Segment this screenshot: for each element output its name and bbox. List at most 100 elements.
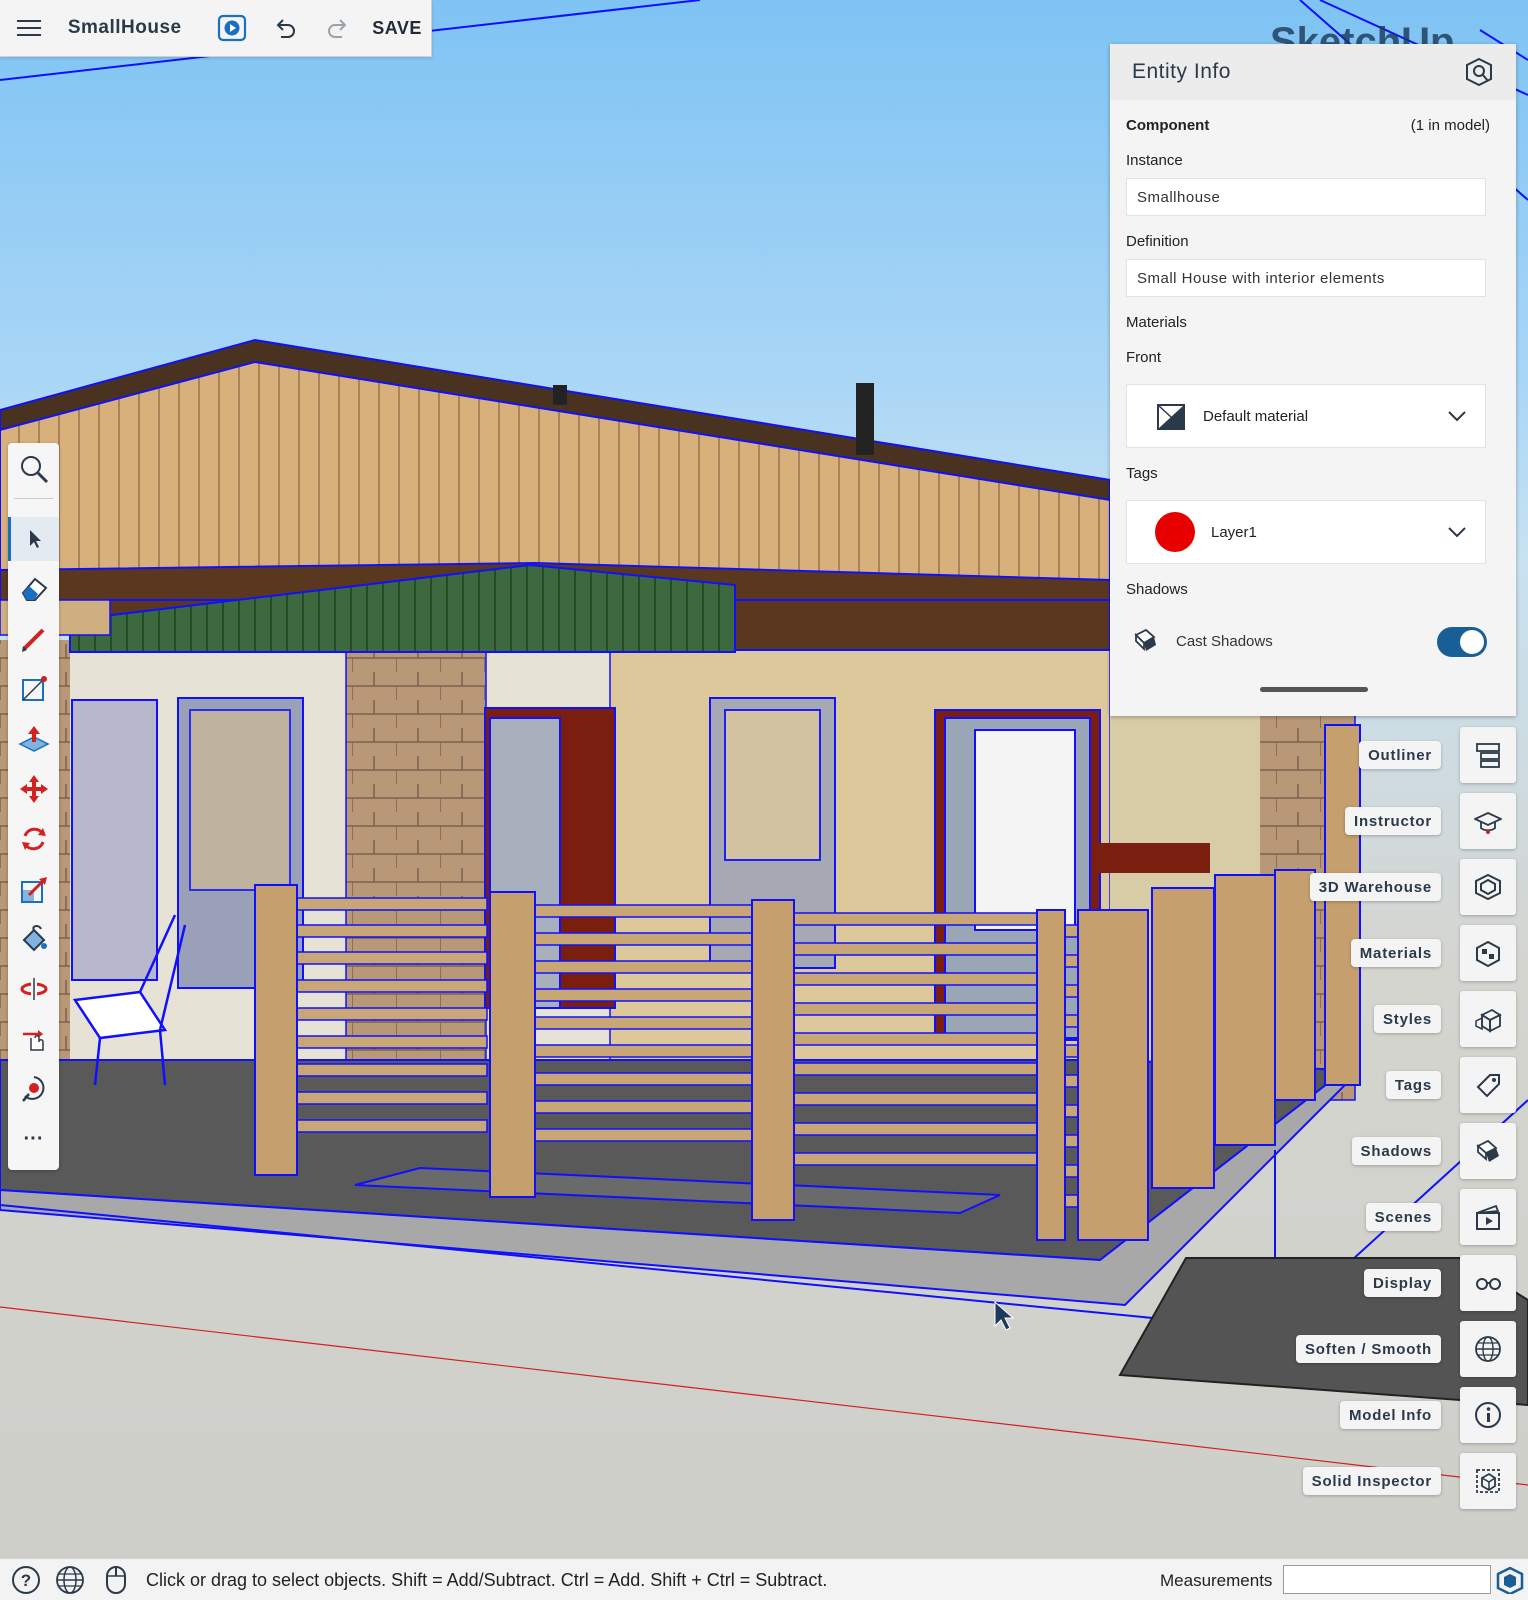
move-tool[interactable] [8, 767, 59, 811]
panel-button-outliner[interactable] [1460, 727, 1516, 783]
panel-label-scenes[interactable]: Scenes [1365, 1203, 1441, 1231]
cast-shadows-toggle[interactable] [1437, 627, 1487, 657]
scale-icon [20, 877, 47, 903]
entity-info-icon[interactable] [1464, 57, 1494, 87]
menu-button[interactable] [0, 0, 58, 57]
panel-label-solid-inspector[interactable]: Solid Inspector [1302, 1467, 1441, 1495]
cast-shadows-label: Cast Shadows [1176, 633, 1273, 650]
panel-label-display[interactable]: Display [1364, 1269, 1441, 1297]
panel-button-solid-inspector[interactable] [1460, 1453, 1516, 1509]
definition-input[interactable]: Small House with interior elements [1126, 259, 1486, 297]
panel-label-soften[interactable]: Soften / Smooth [1296, 1335, 1441, 1363]
undo-button[interactable] [257, 0, 313, 57]
panel-label-instructor[interactable]: Instructor [1344, 807, 1441, 835]
materials-icon [1476, 940, 1500, 967]
sketchup-logo [1494, 1564, 1526, 1596]
entity-info-header: Entity Info [1110, 44, 1516, 100]
search-tool[interactable] [8, 447, 59, 491]
sketchup-logo-icon [1496, 1566, 1524, 1594]
panel-label-styles[interactable]: Styles [1374, 1005, 1441, 1033]
panel-label-outliner[interactable]: Outliner [1359, 741, 1441, 769]
component-label: Component [1126, 117, 1210, 134]
panel-button-display[interactable] [1460, 1255, 1516, 1311]
front-label: Front [1126, 349, 1162, 366]
front-material-select[interactable]: Default material [1126, 384, 1486, 448]
tool-palette: ··· [8, 443, 59, 1170]
measurements-label: Measurements [1160, 1571, 1273, 1590]
search-icon [20, 456, 48, 484]
eraser-icon [21, 577, 47, 601]
globe-icon [56, 1566, 84, 1594]
mouse-button[interactable] [100, 1564, 132, 1596]
help-icon: ? [12, 1566, 40, 1594]
panel-label-tags[interactable]: Tags [1385, 1071, 1441, 1099]
redo-button[interactable] [313, 0, 363, 57]
measurements-input[interactable] [1283, 1565, 1491, 1594]
entity-info-panel: Entity Info Component (1 in model) Insta… [1110, 44, 1516, 716]
panel-button-warehouse[interactable] [1460, 859, 1516, 915]
push-pull-tool[interactable] [8, 717, 59, 761]
panel-label-materials[interactable]: Materials [1350, 939, 1441, 967]
help-button[interactable]: ? [10, 1564, 42, 1596]
warehouse-icon [1475, 873, 1501, 901]
solid-inspector-icon [1476, 1469, 1500, 1493]
panel-button-shadows[interactable] [1460, 1123, 1516, 1179]
rectangle-icon [21, 676, 47, 701]
panel-button-model-info[interactable] [1460, 1387, 1516, 1443]
panel-label-shadows[interactable]: Shadows [1351, 1137, 1441, 1165]
push-pull-icon [17, 726, 50, 752]
instructor-icon [1474, 812, 1502, 834]
instance-input[interactable]: Smallhouse [1126, 178, 1486, 216]
cast-shadows-icon [1134, 628, 1156, 652]
play-button[interactable] [208, 0, 258, 57]
pencil-icon [21, 628, 44, 652]
undo-icon [276, 19, 296, 38]
more-tools-button[interactable]: ··· [8, 1117, 59, 1161]
mouse-icon [106, 1566, 126, 1594]
select-tool[interactable] [8, 517, 59, 561]
model-info-icon [1475, 1402, 1501, 1428]
eraser-tool[interactable] [8, 567, 59, 611]
pencil-tool[interactable] [8, 617, 59, 661]
panel-button-styles[interactable] [1460, 991, 1516, 1047]
redo-icon [328, 19, 347, 38]
scale-tool[interactable] [8, 867, 59, 911]
svg-text:?: ? [21, 1571, 31, 1590]
styles-icon [1475, 1008, 1502, 1033]
soften-icon [1475, 1336, 1501, 1362]
file-name[interactable]: SmallHouse [58, 17, 208, 39]
panel-drag-handle[interactable] [1260, 687, 1368, 692]
save-button[interactable]: SAVE [363, 0, 431, 57]
panel-button-scenes[interactable] [1460, 1189, 1516, 1245]
orbit-icon [20, 978, 47, 1000]
language-button[interactable] [54, 1564, 86, 1596]
orbit-tool[interactable] [8, 967, 59, 1011]
tag-value: Layer1 [1211, 523, 1257, 541]
panel-button-instructor[interactable] [1460, 793, 1516, 849]
tag-select[interactable]: Layer1 [1126, 500, 1486, 564]
rotate-tool[interactable] [8, 817, 59, 861]
select-icon [30, 530, 41, 548]
rectangle-tool[interactable] [8, 667, 59, 711]
panel-button-tags[interactable] [1460, 1057, 1516, 1113]
panel-button-soften[interactable] [1460, 1321, 1516, 1377]
component-count: (1 in model) [1410, 117, 1490, 134]
tag-color-swatch [1155, 512, 1195, 552]
scenes-icon [1476, 1204, 1500, 1230]
entity-info-title: Entity Info [1132, 60, 1231, 83]
front-material-value: Default material [1203, 407, 1309, 425]
move-icon [19, 775, 48, 803]
panel-label-warehouse[interactable]: 3D Warehouse [1309, 873, 1441, 901]
definition-label: Definition [1126, 233, 1189, 250]
rotate-icon [21, 827, 46, 851]
materials-label: Materials [1126, 314, 1187, 331]
outliner-icon [1476, 743, 1500, 768]
panel-button-materials[interactable] [1460, 925, 1516, 981]
play-icon [218, 14, 247, 42]
tape-measure-tool[interactable] [8, 1067, 59, 1111]
pan-tool[interactable] [8, 1017, 59, 1061]
paint-bucket-tool[interactable] [8, 917, 59, 961]
tags-icon [1476, 1074, 1500, 1098]
panel-label-model-info[interactable]: Model Info [1340, 1401, 1441, 1429]
status-message: Click or drag to select objects. Shift =… [146, 1570, 828, 1590]
